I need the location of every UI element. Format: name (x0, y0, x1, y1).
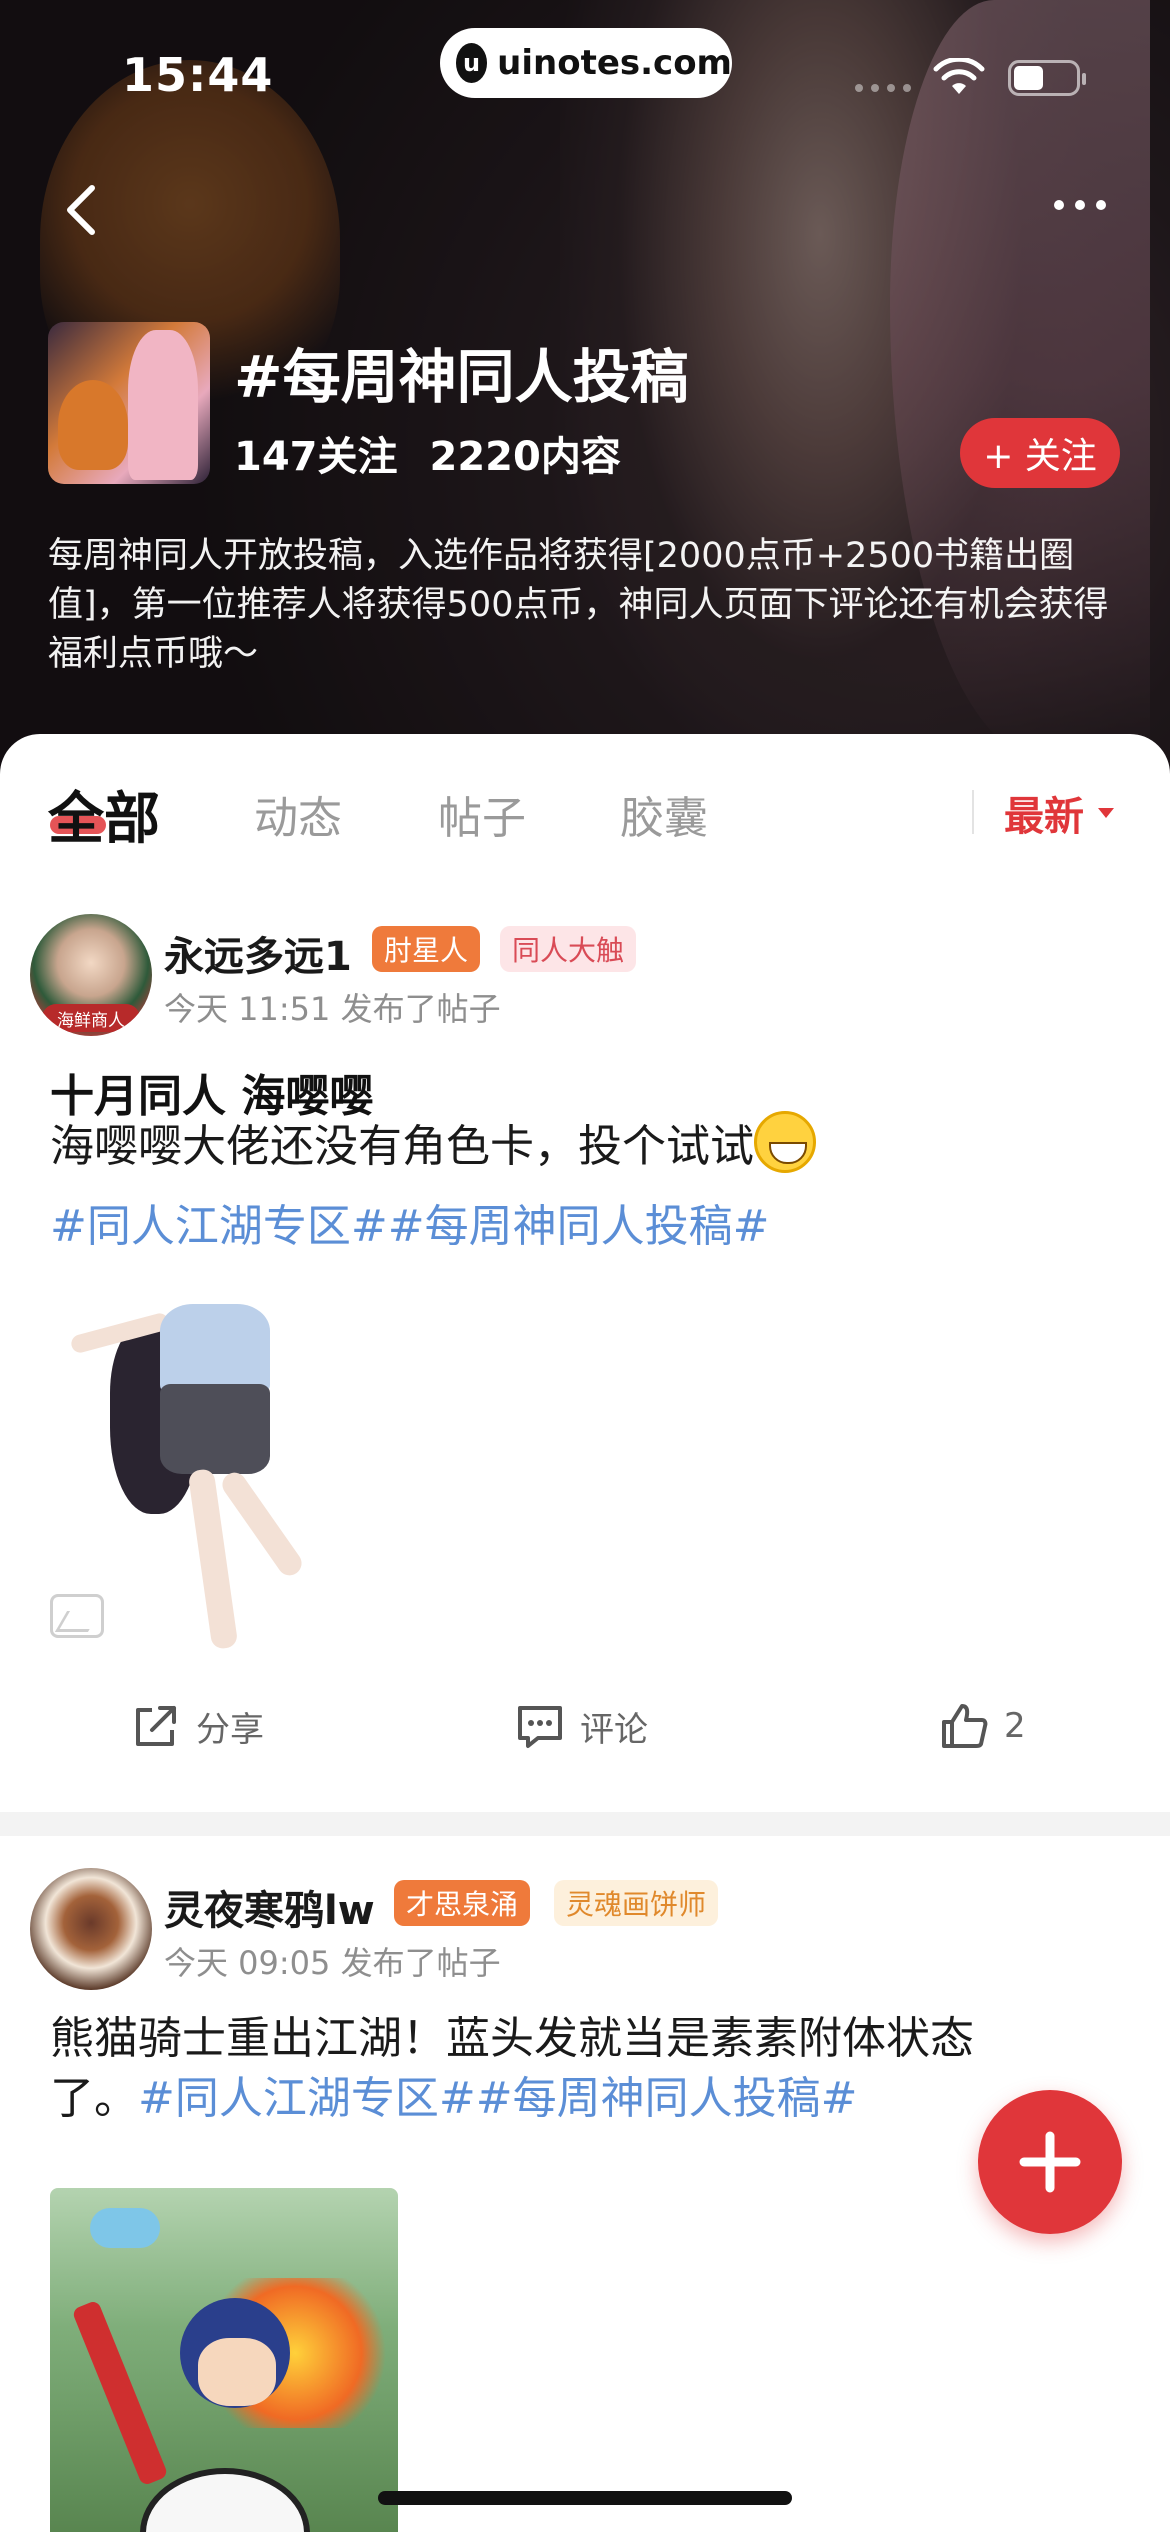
more-icon[interactable] (1054, 200, 1106, 210)
chevron-down-icon (1098, 808, 1114, 818)
share-label: 分享 (196, 1709, 264, 1750)
topic-thumbnail (48, 322, 210, 484)
create-post-button[interactable] (978, 2090, 1122, 2234)
comment-button[interactable]: 评论 (514, 1700, 648, 1752)
topic-header: 15:44 u uinotes.com #每周神同人投稿 147关注 2220内… (0, 0, 1170, 780)
post-text: 海嘤嘤大佬还没有角色卡，投个试试 (50, 1106, 1130, 1188)
user-badge: 同人大触 (500, 926, 637, 972)
tab-divider (972, 790, 974, 834)
post-meta: 今天 11:51 发布了帖子 (164, 990, 501, 1028)
grin-emoji-icon (754, 1111, 816, 1173)
follow-button[interactable]: + 关注 (960, 418, 1120, 488)
sort-dropdown[interactable]: 最新 (1004, 784, 1114, 842)
watermark-text: uinotes.com (497, 43, 732, 83)
post-separator (0, 1812, 1170, 1836)
post-image[interactable] (50, 2188, 398, 2532)
thumbs-up-icon (942, 1704, 988, 1748)
image-icon (50, 1594, 104, 1638)
comment-label: 评论 (580, 1709, 648, 1750)
post-tags[interactable]: #同人江湖专区##每周神同人投稿# (50, 1186, 1130, 1268)
tab-bar: 全部 动态 帖子 胶囊 最新 (0, 734, 1170, 884)
post-text-line2: 了。#同人江湖专区##每周神同人投稿# (50, 2058, 1130, 2140)
user-badge: 才思泉涌 (394, 1880, 531, 1926)
like-count: 2 (1004, 1706, 1026, 1746)
post-card[interactable]: 海鲜商人 永远多远1 肘星人 同人大触 今天 11:51 发布了帖子 十月同人 … (0, 914, 1170, 1814)
tab-capsules[interactable]: 胶囊 (620, 782, 708, 846)
plus-icon (1019, 2131, 1081, 2193)
back-icon[interactable] (62, 182, 102, 238)
author-name[interactable]: 灵夜寒鸦lw (164, 1878, 375, 1936)
user-badge: 灵魂画饼师 (554, 1880, 719, 1926)
contents-count: 2220内容 (429, 434, 621, 480)
post-meta: 今天 09:05 发布了帖子 (164, 1944, 501, 1982)
battery-icon (1008, 60, 1086, 96)
feed-sheet: 全部 动态 帖子 胶囊 最新 海鲜商人 永远多远1 肘星人 同人大触 今天 11… (0, 734, 1170, 2532)
watermark-logo: u (456, 43, 488, 83)
post-image[interactable] (50, 1304, 370, 1654)
topic-title: #每周神同人投稿 (234, 343, 689, 411)
post-actions: 分享 评论 2 (0, 1700, 1170, 1780)
post-body: 海嘤嘤大佬还没有角色卡，投个试试 (50, 1121, 754, 1172)
user-badge: 肘星人 (372, 926, 481, 972)
watermark: u uinotes.com (440, 28, 732, 98)
sort-label: 最新 (1004, 794, 1084, 840)
topic-stats: 147关注 2220内容 (234, 424, 621, 482)
comment-icon (518, 1706, 562, 1748)
tab-all[interactable]: 全部 (48, 774, 160, 855)
status-time: 15:44 (122, 48, 274, 102)
share-button[interactable]: 分享 (130, 1700, 264, 1752)
post-body-end: 了。 (50, 2073, 138, 2124)
followers-count: 147关注 (234, 434, 398, 480)
author-name[interactable]: 永远多远1 (164, 924, 352, 982)
tab-moments[interactable]: 动态 (254, 782, 342, 846)
tab-posts[interactable]: 帖子 (438, 782, 526, 846)
wifi-icon (933, 58, 985, 94)
post-tags[interactable]: #同人江湖专区##每周神同人投稿# (138, 2073, 857, 2124)
avatar[interactable] (30, 1868, 152, 1990)
like-button[interactable]: 2 (938, 1700, 1026, 1752)
home-indicator[interactable] (378, 2491, 792, 2505)
signal-icon (855, 84, 911, 92)
topic-description: 每周神同人开放投稿，入选作品将获得[2000点币+2500书籍出圈值]，第一位推… (48, 536, 1109, 674)
avatar[interactable]: 海鲜商人 (30, 914, 152, 1036)
share-icon (136, 1706, 176, 1746)
avatar-tag: 海鲜商人 (42, 1004, 140, 1032)
